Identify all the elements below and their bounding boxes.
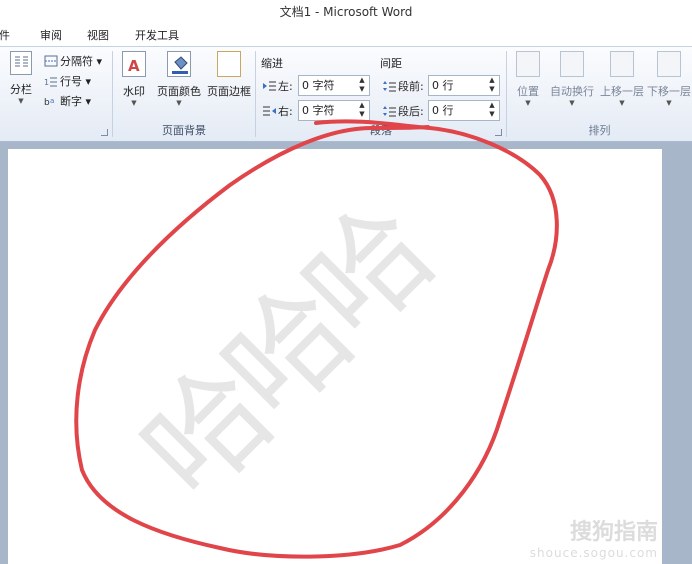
annotation-circle [74,119,559,559]
